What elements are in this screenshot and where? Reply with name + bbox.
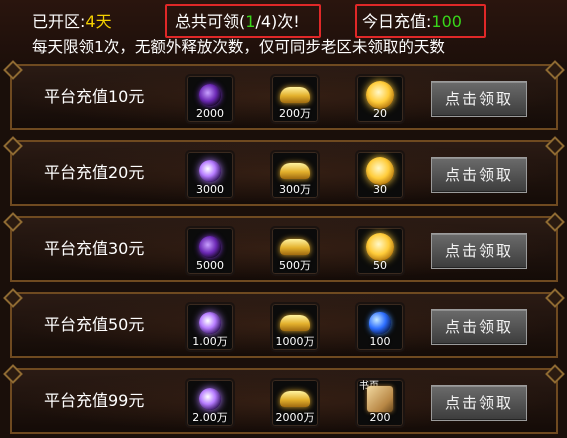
gold-coin-icon [366, 81, 394, 110]
purple-orb-icon [199, 236, 221, 259]
reward-item-qty: 3000 [196, 183, 224, 196]
gold-ingot-icon [280, 315, 310, 332]
reward-item-qty: 200 [369, 411, 391, 424]
reward-item-qty: 1.00万 [192, 335, 228, 348]
reward-item[interactable]: 1.00万 [185, 302, 235, 352]
total-claims-suffix: /4)次! [255, 12, 300, 31]
gold-ingot-icon [280, 391, 310, 408]
total-claims-current: 1 [245, 12, 256, 31]
claim-button[interactable]: 点击领取 [431, 157, 527, 193]
reward-item[interactable]: 书页 200 [355, 378, 405, 428]
claim-button[interactable]: 点击领取 [431, 233, 527, 269]
reward-item-qty: 2.00万 [192, 411, 228, 424]
gold-ingot-icon [280, 87, 310, 104]
server-opened-days: 已开区:4天 [32, 10, 112, 34]
reward-item-qty: 500万 [279, 259, 311, 272]
reward-row: 平台充值20元 3000 300万 30 点击领取 [10, 140, 558, 206]
claim-button[interactable]: 点击领取 [431, 309, 527, 345]
reward-item-qty: 2000万 [275, 411, 315, 424]
today-recharge: 今日充值:100 [362, 10, 462, 34]
purple-orb-icon [199, 312, 221, 335]
reward-row-label: 平台充值10元 [44, 87, 145, 106]
reward-item[interactable]: 200万 [270, 74, 320, 124]
claim-button[interactable]: 点击领取 [431, 385, 527, 421]
total-claims: 总共可领(1/4)次! [175, 10, 300, 34]
reward-item[interactable]: 5000 [185, 226, 235, 276]
reward-item-qty: 20 [373, 107, 387, 120]
claim-button[interactable]: 点击领取 [431, 81, 527, 117]
reward-item-qty: 200万 [279, 107, 311, 120]
reward-item[interactable]: 100 [355, 302, 405, 352]
gold-ingot-icon [280, 239, 310, 256]
reward-item[interactable]: 30 [355, 150, 405, 200]
purple-orb-icon [199, 160, 221, 183]
reward-row-label: 平台充值30元 [44, 239, 145, 258]
reward-row: 平台充值50元 1.00万 1000万 100 点击领取 [10, 292, 558, 358]
reward-row: 平台充值10元 2000 200万 20 点击领取 [10, 64, 558, 130]
reward-item[interactable]: 300万 [270, 150, 320, 200]
reward-item-qty: 50 [373, 259, 387, 272]
reward-item-qty: 300万 [279, 183, 311, 196]
reward-item-qty: 30 [373, 183, 387, 196]
reward-item[interactable]: 20 [355, 74, 405, 124]
reward-item[interactable]: 1000万 [270, 302, 320, 352]
gold-coin-icon [366, 157, 394, 186]
reward-row-label: 平台充值99元 [44, 391, 145, 410]
reward-row: 平台充值99元 2.00万 2000万 书页 200 点击领取 [10, 368, 558, 434]
blue-gem-icon [369, 312, 391, 335]
purple-orb-icon [199, 84, 221, 107]
reward-item[interactable]: 2000万 [270, 378, 320, 428]
total-claims-prefix: 总共可领( [175, 12, 246, 31]
reward-item-qty: 100 [369, 335, 391, 348]
gold-ingot-icon [280, 163, 310, 180]
today-recharge-label: 今日充值: [362, 12, 432, 31]
reward-item[interactable]: 500万 [270, 226, 320, 276]
reward-item[interactable]: 2000 [185, 74, 235, 124]
reward-item[interactable]: 3000 [185, 150, 235, 200]
reward-item-qty: 2000 [196, 107, 224, 120]
gold-coin-icon [366, 233, 394, 262]
reward-item-qty: 5000 [196, 259, 224, 272]
reward-item[interactable]: 50 [355, 226, 405, 276]
book-icon [367, 386, 393, 413]
server-opened-value: 4天 [85, 12, 112, 31]
reward-item[interactable]: 2.00万 [185, 378, 235, 428]
today-recharge-value: 100 [431, 12, 462, 31]
reward-row: 平台充值30元 5000 500万 50 点击领取 [10, 216, 558, 282]
purple-orb-icon [199, 388, 221, 411]
reward-item-qty: 1000万 [275, 335, 315, 348]
reward-row-label: 平台充值20元 [44, 163, 145, 182]
reward-row-label: 平台充值50元 [44, 315, 145, 334]
server-opened-label: 已开区: [32, 12, 86, 31]
claim-limit-hint: 每天限领1次，无额外释放次数，仅可同步老区未领取的天数 [32, 38, 445, 56]
